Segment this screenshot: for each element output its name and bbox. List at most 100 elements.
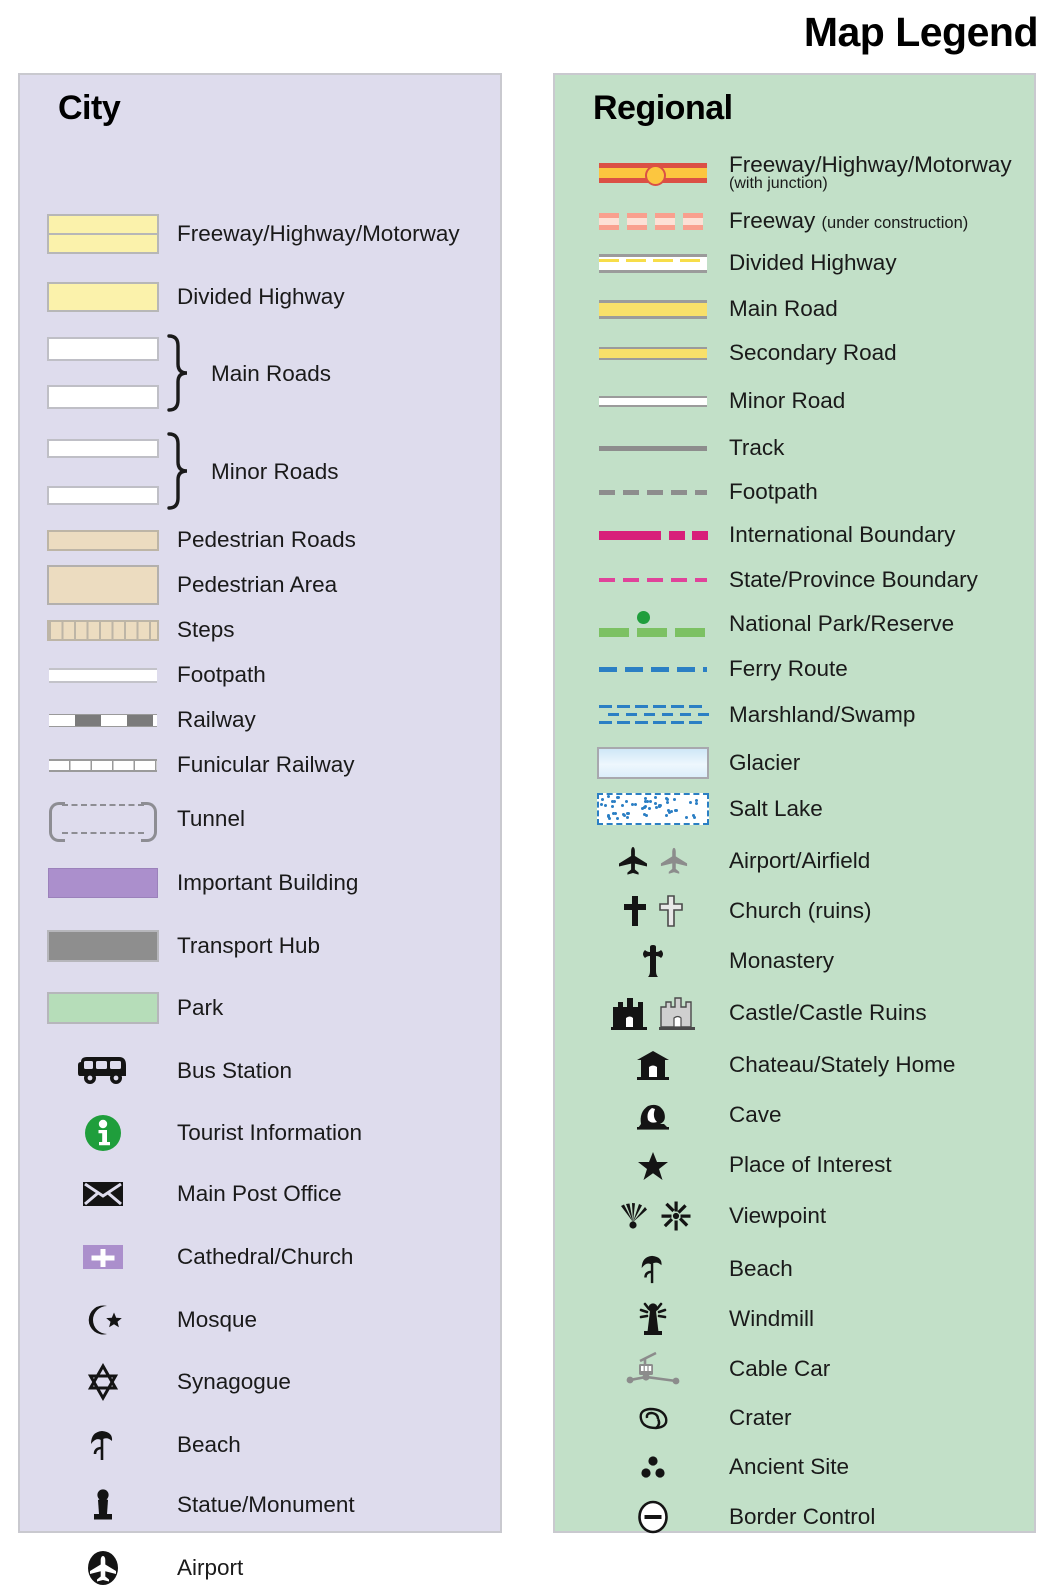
- list-item-label: Crater: [729, 1405, 792, 1431]
- list-item-label: Monastery: [729, 948, 835, 974]
- list-item-symbol-lower: [20, 385, 500, 409]
- footpath-dashed-line-symbol: [597, 489, 709, 495]
- list-item[interactable]: Airport: [20, 1549, 500, 1587]
- list-item-label: Cable Car: [729, 1356, 831, 1382]
- list-item-label: Border Control: [729, 1504, 876, 1530]
- list-item[interactable]: National Park/Reserve: [555, 607, 1034, 641]
- list-item[interactable]: Footpath: [20, 663, 500, 687]
- list-item-label: Beach: [177, 1432, 241, 1458]
- divided-highway-band-symbol: [47, 282, 159, 312]
- list-item[interactable]: Beach: [555, 1251, 1034, 1287]
- viewpoint-pair-icon: [597, 1201, 709, 1231]
- list-item-label: Divided Highway: [729, 250, 897, 276]
- list-item-label: International Boundary: [729, 522, 956, 548]
- list-item-label: Airport: [177, 1555, 244, 1581]
- list-item[interactable]: Main Road: [555, 295, 1034, 323]
- list-item[interactable]: Cable Car: [555, 1349, 1034, 1389]
- list-item[interactable]: Important Building: [20, 868, 500, 898]
- list-item[interactable]: Divided Highway: [555, 249, 1034, 277]
- list-item[interactable]: Cave: [555, 1097, 1034, 1133]
- list-item[interactable]: Freeway (under construction): [555, 206, 1034, 236]
- list-item[interactable]: Park: [20, 992, 500, 1024]
- list-item-label: Freeway/Highway/Motorway: [177, 221, 460, 247]
- list-item[interactable]: Chateau/Stately Home: [555, 1047, 1034, 1083]
- list-item[interactable]: Main Post Office: [20, 1178, 500, 1210]
- list-item[interactable]: Freeway/Highway/Motorway (with junction): [555, 151, 1034, 195]
- list-item[interactable]: Railway: [20, 708, 500, 732]
- star-icon: [597, 1150, 709, 1180]
- list-item[interactable]: Divided Highway: [20, 282, 500, 312]
- list-item[interactable]: Tourist Information: [20, 1113, 500, 1153]
- footpath-thin-line-symbol: [47, 667, 159, 683]
- list-item[interactable]: Cathedral/Church: [20, 1240, 500, 1274]
- list-item[interactable]: Pedestrian Roads: [20, 527, 500, 553]
- list-item[interactable]: Viewpoint: [555, 1199, 1034, 1233]
- list-item[interactable]: Bus Station: [20, 1053, 500, 1089]
- steps-hatched-band-symbol: [47, 619, 159, 641]
- list-item[interactable]: Border Control: [555, 1499, 1034, 1535]
- list-item[interactable]: Castle/Castle Ruins: [555, 993, 1034, 1033]
- list-item-label: Park: [177, 995, 224, 1021]
- international-boundary-line-symbol: [597, 530, 709, 540]
- list-item-label: Cathedral/Church: [177, 1244, 354, 1270]
- list-item[interactable]: Pedestrian Area: [20, 565, 500, 605]
- list-item-label: Cave: [729, 1102, 782, 1128]
- panel-title-city: City: [58, 89, 121, 127]
- list-item-label: Church (ruins): [729, 898, 872, 924]
- statue-icon: [47, 1488, 159, 1522]
- list-item[interactable]: Windmill: [555, 1299, 1034, 1339]
- list-item-label: Glacier: [729, 750, 801, 776]
- list-item[interactable]: State/Province Boundary: [555, 568, 1034, 591]
- list-item[interactable]: Beach: [20, 1427, 500, 1463]
- list-item-label: National Park/Reserve: [729, 611, 955, 637]
- list-item-sublabel: (with junction): [729, 175, 828, 193]
- envelope-icon: [47, 1180, 159, 1208]
- page-title: Map Legend: [803, 9, 1039, 55]
- list-item[interactable]: Steps: [20, 617, 500, 643]
- windmill-icon: [597, 1301, 709, 1337]
- list-item[interactable]: Footpath: [555, 480, 1034, 503]
- list-item-symbol-lower: [20, 485, 500, 505]
- list-item-label: Salt Lake: [729, 796, 823, 822]
- list-item[interactable]: Funicular Railway: [20, 753, 500, 777]
- list-item[interactable]: Secondary Road: [555, 340, 1034, 366]
- list-item[interactable]: Glacier: [555, 747, 1034, 779]
- list-item[interactable]: Ferry Route: [555, 657, 1034, 680]
- list-item[interactable]: Salt Lake: [555, 793, 1034, 825]
- list-item-label: Footpath: [177, 662, 266, 688]
- list-item[interactable]: Minor Roads: [20, 459, 500, 485]
- list-item-symbol-upper: [20, 438, 500, 458]
- freeway-double-band-symbol: [47, 214, 159, 254]
- list-item-label: Statue/Monument: [177, 1492, 355, 1518]
- list-item-label: Freeway (under construction): [729, 209, 968, 233]
- list-item[interactable]: Statue/Monument: [20, 1487, 500, 1523]
- list-item[interactable]: Minor Road: [555, 389, 1034, 413]
- list-item[interactable]: Crater: [555, 1401, 1034, 1435]
- list-item[interactable]: Synagogue: [20, 1362, 500, 1402]
- list-item[interactable]: Church (ruins): [555, 893, 1034, 929]
- list-item[interactable]: Tunnel: [20, 800, 500, 842]
- information-icon: [47, 1113, 159, 1153]
- transport-hub-swatch-symbol: [47, 930, 159, 962]
- list-item-label: Pedestrian Roads: [177, 527, 356, 553]
- state-boundary-line-symbol: [597, 578, 709, 582]
- pedestrian-road-band-symbol: [47, 529, 159, 551]
- list-item[interactable]: Airport/Airfield: [555, 843, 1034, 879]
- list-item[interactable]: Mosque: [20, 1303, 500, 1337]
- bus-icon: [47, 1056, 159, 1086]
- list-item[interactable]: Place of Interest: [555, 1149, 1034, 1181]
- list-item[interactable]: Marshland/Swamp: [555, 700, 1034, 730]
- list-item-label: Tourist Information: [177, 1120, 363, 1146]
- list-item[interactable]: Transport Hub: [20, 930, 500, 962]
- list-item[interactable]: Ancient Site: [555, 1451, 1034, 1483]
- list-item-label: Place of Interest: [729, 1152, 892, 1178]
- list-item-label: Minor Road: [729, 388, 846, 414]
- list-item[interactable]: Main Roads: [20, 361, 500, 387]
- list-item[interactable]: Track: [555, 436, 1034, 459]
- list-item[interactable]: International Boundary: [555, 523, 1034, 547]
- list-item-sublabel: (under construction): [821, 214, 969, 233]
- list-item[interactable]: Freeway/Highway/Motorway: [20, 214, 500, 254]
- list-item-label: Main Road: [729, 296, 838, 322]
- list-item-label: Steps: [177, 617, 235, 643]
- list-item[interactable]: Monastery: [555, 943, 1034, 979]
